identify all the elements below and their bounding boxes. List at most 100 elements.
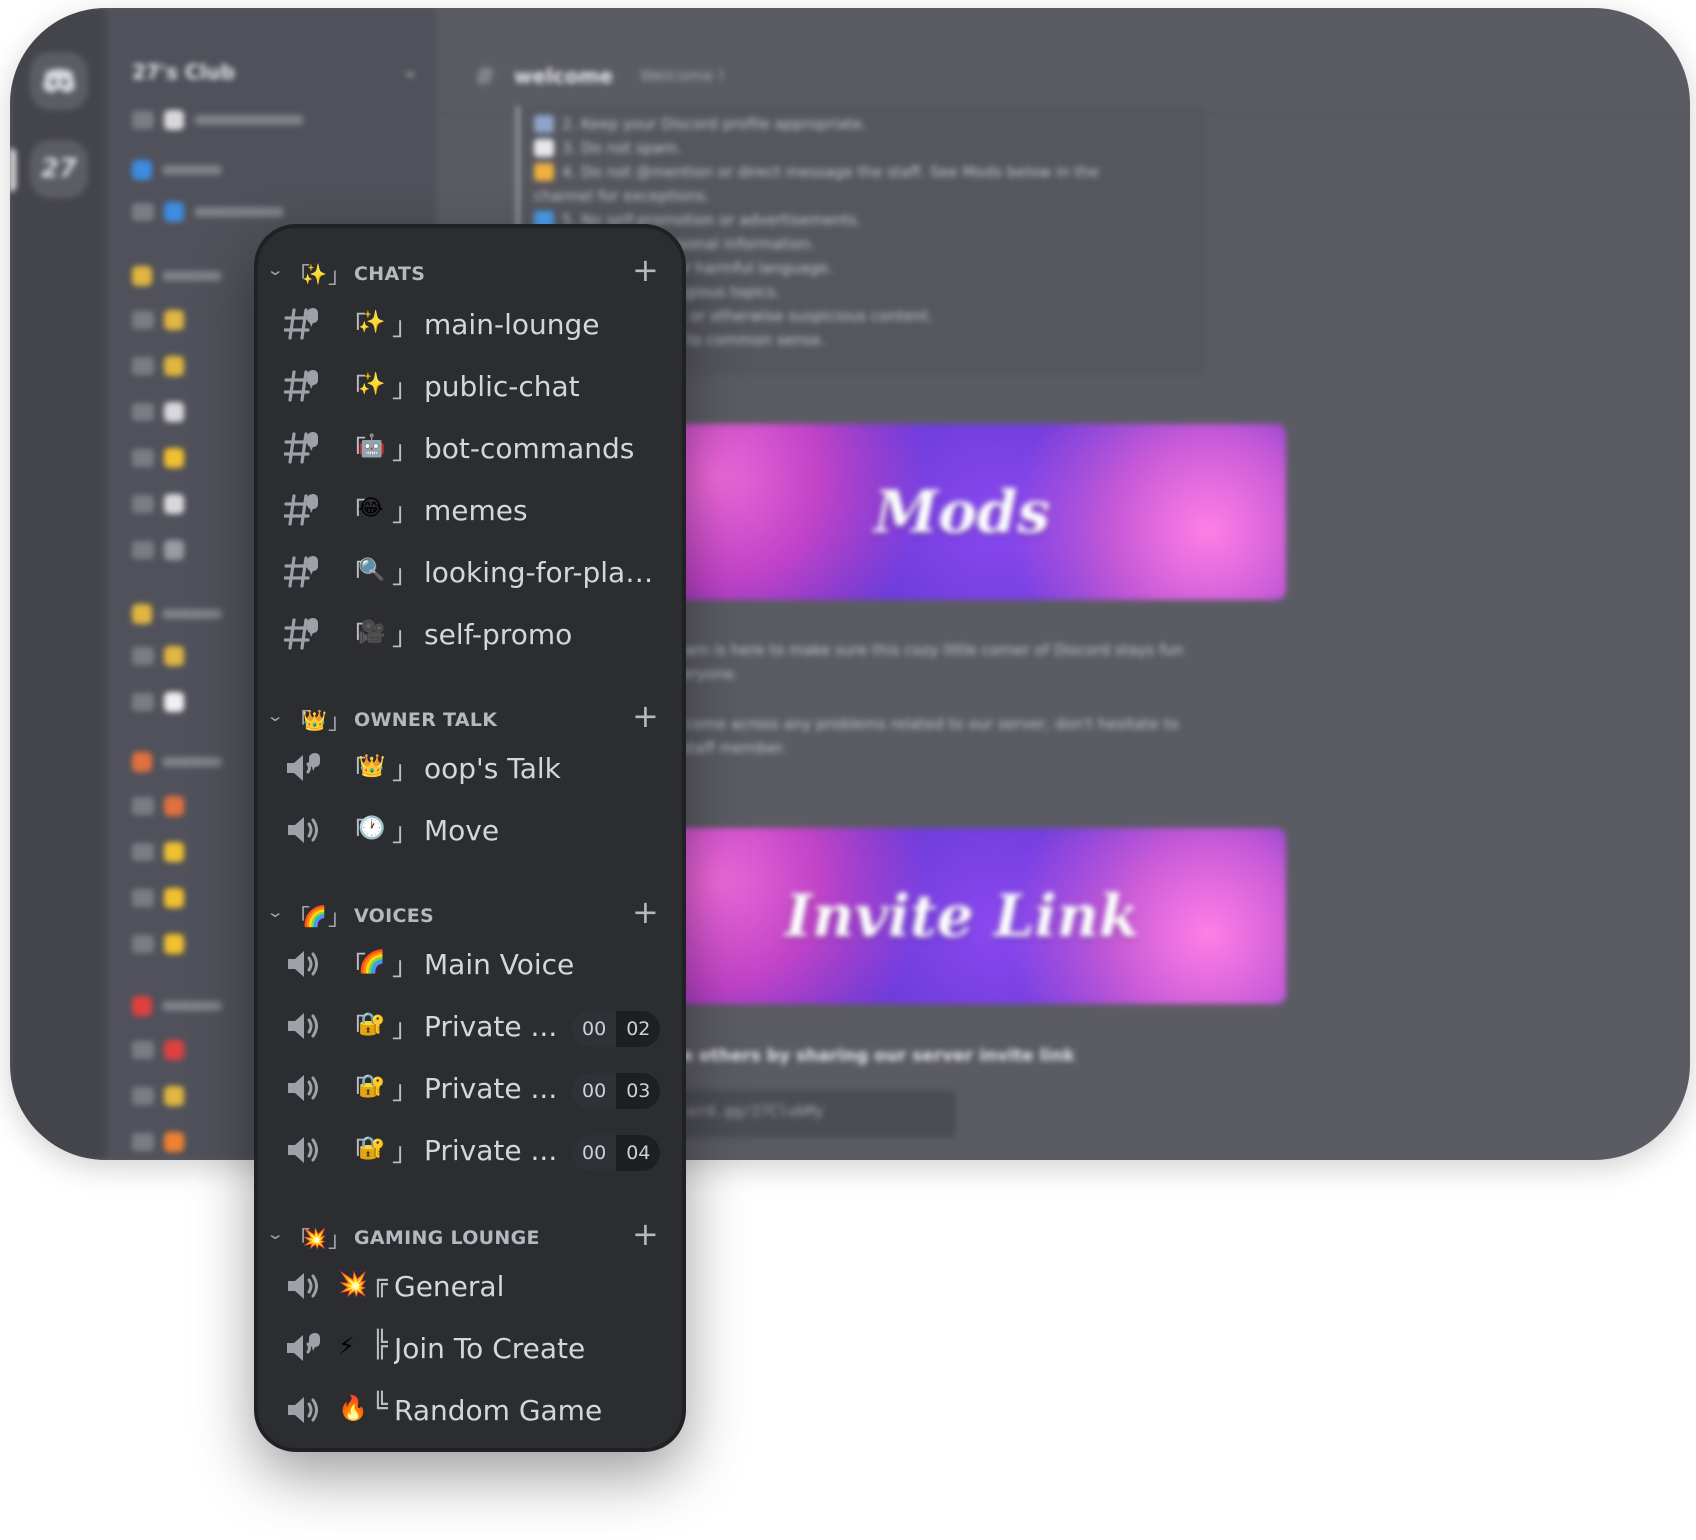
rule-line: 3. Do not spam. [534,136,1192,160]
category-gaming-lounge[interactable]: ⌄ 「💥」 GAMING LOUNGE + [258,1216,682,1256]
bg-channel-row [132,932,184,956]
banner-title: Mods [873,478,1051,546]
bracket-right: 」 [392,952,419,982]
category-emoji: 👑 [302,708,327,732]
text-thread-channel-icon [284,616,324,652]
voice-general[interactable]: 💥 ╔ General [258,1258,682,1314]
bg-channel-row [132,538,184,562]
server-name[interactable]: 27's Club [132,60,235,84]
voice-random-game[interactable]: 🔥 ╚ Random Game [258,1382,682,1438]
channel-memes[interactable]: 「😂」 memes [258,482,682,538]
discord-home-icon[interactable] [30,52,88,110]
voice-private-3[interactable]: 「🔐」 Private ... 00 04 [258,1122,682,1178]
bracket-right: 」 [392,756,419,786]
channel-name: looking-for-play... [424,556,660,589]
text-thread-channel-icon [284,368,324,404]
user-count: 00 [572,1135,617,1171]
user-limit: 03 [616,1073,661,1109]
bg-category-row [132,994,222,1018]
voice-thread-channel-icon [284,1330,324,1366]
user-count: 00 [572,1011,617,1047]
voice-main-voice[interactable]: 「🌈」 Main Voice [258,936,682,992]
create-channel-plus-icon[interactable]: + [632,700,659,732]
bracket-right: 」 [392,498,419,528]
voice-channel-icon [284,1070,324,1106]
rule-line: channel for exceptions. [534,187,710,205]
user-limit: 04 [616,1135,661,1171]
channel-name: Private ... [424,1134,558,1167]
bg-channel-row [132,1084,184,1108]
text-thread-channel-icon [284,492,324,528]
server-selected-pill [10,148,16,192]
collapse-chevron-icon[interactable]: ⌄ [266,904,284,922]
stage: 27 27's Club ⌄ # welcome Welcome ! 2. Ke… [0,0,1696,1540]
channel-list-panel: ⌄ 「✨」 CHATS + 「✨」 main-lounge 「✨」 public-chat 「🤖… [254,224,686,1452]
bg-channel-row [132,492,184,516]
bg-channel-row [132,200,284,224]
collapse-chevron-icon[interactable]: ⌄ [266,708,284,726]
voice-move[interactable]: 「🕐」 Move [258,802,682,858]
category-emoji: 💥 [302,1226,327,1250]
bracket-right: 」 [392,560,419,590]
channel-name: self-promo [424,618,573,651]
server-rail: 27 [10,8,106,1160]
create-channel-plus-icon[interactable]: + [632,254,659,286]
invite-banner-image: Invite Link [638,828,1286,1004]
channel-looking-for-players[interactable]: 「🔍」 looking-for-play... [258,544,682,600]
bg-category-row [132,264,222,288]
channel-main-lounge[interactable]: 「✨」 main-lounge [258,296,682,352]
bracket-right: 」 [328,264,351,289]
server-icon-27s-club[interactable]: 27 [30,140,88,198]
bg-channel-row [132,1130,184,1154]
create-channel-plus-icon[interactable]: + [632,896,659,928]
text-thread-channel-icon [284,430,324,466]
bg-channel-row [132,644,184,668]
category-label: VOICES [354,905,434,927]
category-chats[interactable]: ⌄ 「✨」 CHATS + [258,252,682,292]
channel-emoji: 🔍 [358,558,386,583]
text-thread-channel-icon [284,306,324,342]
rule-line: 4. Do not @mention or direct message the… [534,160,1192,184]
bg-channel-row [132,1038,184,1062]
voice-private-1[interactable]: 「🔐」 Private ... 00 02 [258,998,682,1054]
category-voices[interactable]: ⌄ 「🌈」 VOICES + [258,894,682,934]
collapse-chevron-icon[interactable]: ⌄ [266,262,284,280]
voice-private-2[interactable]: 「🔐」 Private ... 00 03 [258,1060,682,1116]
bg-category-row [132,602,222,626]
channel-public-chat[interactable]: 「✨」 public-chat [258,358,682,414]
collapse-chevron-icon[interactable]: ⌄ [266,1226,284,1244]
bracket-right: 」 [328,1228,351,1253]
voice-thread-channel-icon [284,750,324,786]
category-owner-talk[interactable]: ⌄ 「👑」 OWNER TALK + [258,698,682,738]
voice-channel-icon [284,1392,324,1428]
bg-category-row [132,158,222,182]
server-menu-chevron-icon[interactable]: ⌄ [402,58,419,82]
create-channel-plus-icon[interactable]: + [632,1218,659,1250]
bracket-right: 」 [392,1138,419,1168]
channel-emoji: ✨ [358,310,386,335]
message-text: If you come across any problems related … [638,715,1179,757]
voice-join-to-create[interactable]: ⚡ ╠ Join To Create [258,1320,682,1376]
channel-emoji: 🕐 [358,816,386,841]
channel-emoji: 🎥 [358,620,386,645]
channel-emoji: 🌈 [358,950,386,975]
category-label: GAMING LOUNGE [354,1227,540,1249]
channel-name: Main Voice [424,948,575,981]
channel-emoji: 🔥 [338,1394,368,1422]
channel-self-promo[interactable]: 「🎥」 self-promo [258,606,682,662]
channel-bot-commands[interactable]: 「🤖」 bot-commands [258,420,682,476]
category-label: OWNER TALK [354,709,498,731]
channel-name: Private ... [424,1010,558,1043]
channel-name: main-lounge [424,308,600,341]
invite-heading: Invite others by sharing our server invi… [638,1046,1075,1066]
voice-oops-talk[interactable]: 「👑」 oop's Talk [258,740,682,796]
tree-line: ╚ [372,1392,388,1422]
channel-name: welcome [514,64,613,88]
bracket-right: 」 [392,374,419,404]
user-count: 00 [572,1073,617,1109]
bracket-right: 」 [392,1014,419,1044]
voice-channel-icon [284,812,324,848]
rule-line: 2. Keep your Discord profile appropriate… [534,112,1192,136]
channel-emoji: 🔐 [358,1074,386,1099]
channel-emoji: 🔐 [358,1012,386,1037]
